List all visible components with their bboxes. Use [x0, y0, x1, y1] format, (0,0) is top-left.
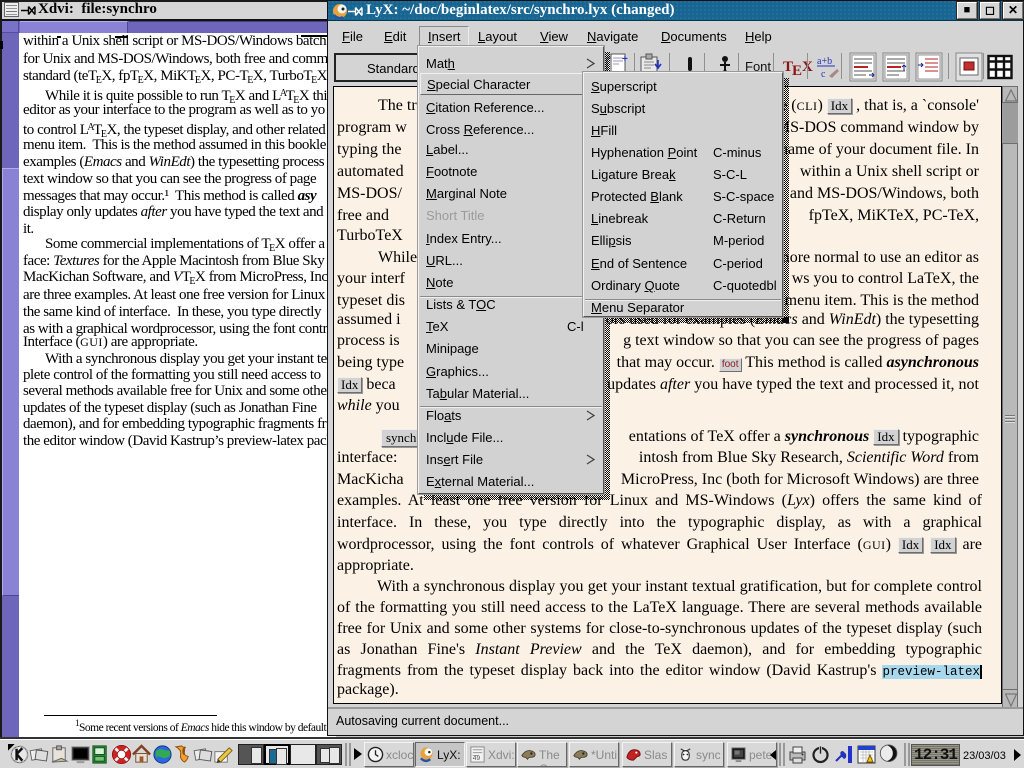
svg-text:+: +: [622, 54, 628, 65]
svg-text:a+b: a+b: [817, 56, 832, 67]
svg-text:c: c: [821, 69, 826, 80]
svg-text:TEX: TEX: [783, 59, 813, 79]
svg-text:49: 49: [473, 755, 481, 762]
